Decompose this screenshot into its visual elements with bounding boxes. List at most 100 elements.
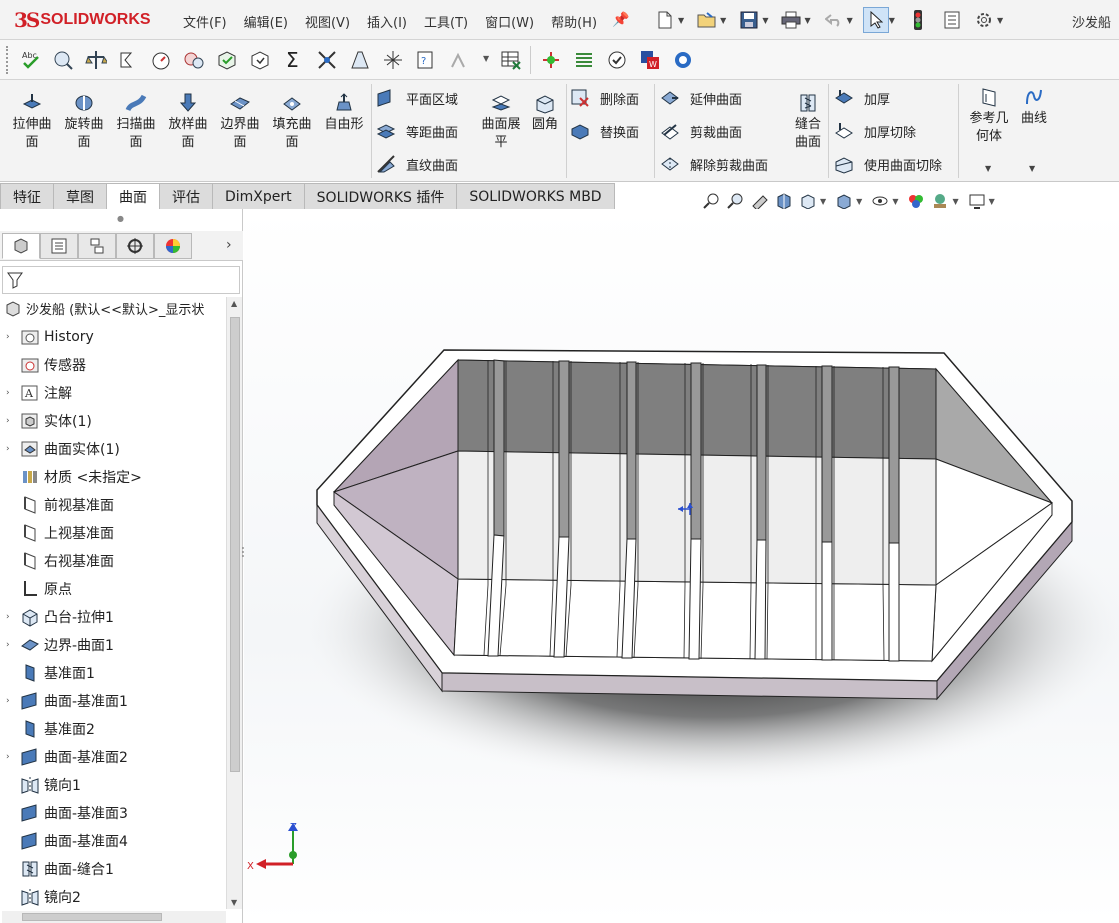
hide-show-dropdown-icon[interactable]: ▼ <box>892 197 898 206</box>
property-manager-tab[interactable] <box>40 233 78 259</box>
tree-horizontal-scrollbar[interactable] <box>2 911 226 923</box>
file-properties-icon[interactable] <box>939 7 965 33</box>
tab-mbd[interactable]: SOLIDWORKS MBD <box>456 183 615 209</box>
scroll-up-icon[interactable]: ▲ <box>231 299 237 308</box>
menu-view[interactable]: 视图(V) <box>305 12 350 31</box>
curvature-icon[interactable] <box>540 49 562 71</box>
tree-item-top-plane[interactable]: 上视基准面 <box>6 522 114 544</box>
feature-statistics-icon[interactable] <box>316 49 338 71</box>
reference-geometry-dropdown-icon[interactable]: ▼ <box>985 164 991 173</box>
flatten-surface-button[interactable]: 曲面展 平 <box>474 92 528 152</box>
tab-surfaces[interactable]: 曲面 <box>106 183 160 209</box>
new-document-icon[interactable] <box>652 7 678 33</box>
select-dropdown-icon[interactable]: ▼ <box>889 16 895 25</box>
tree-vertical-scrollbar[interactable]: ▲ ▼ <box>226 297 242 909</box>
tab-dimxpert[interactable]: DimXpert <box>212 183 305 209</box>
filter-icon[interactable] <box>7 271 23 289</box>
cut-with-surface-button[interactable]: 使用曲面切除 <box>834 153 942 175</box>
expand-arrow-icon[interactable]: › <box>6 752 20 762</box>
knit-surface-button[interactable]: 缝合 曲面 <box>784 92 832 152</box>
menu-help[interactable]: 帮助(H) <box>551 12 597 31</box>
tree-item-knit1[interactable]: 曲面-缝合1 <box>6 858 114 880</box>
parting-analysis-icon[interactable]: ? <box>415 49 437 71</box>
dimxpert-manager-tab[interactable] <box>116 233 154 259</box>
planar-surface-button[interactable]: 平面区域 <box>376 87 458 109</box>
tree-item-boss-extrude1[interactable]: › 凸台-拉伸1 <box>6 606 114 628</box>
tree-item-mirror2[interactable]: 镜向2 <box>6 886 81 908</box>
thickness-analysis-icon[interactable] <box>448 49 470 71</box>
menu-window[interactable]: 窗口(W) <box>485 12 534 31</box>
scrollbar-thumb[interactable] <box>22 913 162 921</box>
view-orientation-dropdown-icon[interactable]: ▼ <box>820 197 826 206</box>
tree-item-planar-surface4[interactable]: 曲面-基准面4 <box>6 830 128 852</box>
check-entity-icon[interactable] <box>216 49 238 71</box>
revolved-surface-button[interactable]: 旋转曲 面 <box>58 92 110 152</box>
boundary-surface-button[interactable]: 边界曲 面 <box>214 92 266 152</box>
menu-insert[interactable]: 插入(I) <box>367 12 407 31</box>
tab-evaluate[interactable]: 评估 <box>159 183 213 209</box>
extend-surface-button[interactable]: 延伸曲面 <box>660 87 742 109</box>
tree-item-material[interactable]: 材质 <未指定> <box>6 466 142 488</box>
tree-item-front-plane[interactable]: 前视基准面 <box>6 494 114 516</box>
chevron-right-icon[interactable]: › <box>226 237 232 253</box>
new-dropdown-icon[interactable]: ▼ <box>678 16 684 25</box>
tree-item-plane1[interactable]: 基准面1 <box>6 662 95 684</box>
undercut-analysis-icon[interactable] <box>382 49 404 71</box>
toolbar-grip[interactable] <box>6 46 10 74</box>
print-dropdown-icon[interactable]: ▼ <box>804 16 810 25</box>
curves-dropdown-icon[interactable]: ▼ <box>1029 164 1035 173</box>
freeform-button[interactable]: 自由形 <box>318 92 370 134</box>
display-style-dropdown-icon[interactable]: ▼ <box>856 197 862 206</box>
untrim-surface-button[interactable]: 解除剪裁曲面 <box>660 153 768 175</box>
save-icon[interactable] <box>736 7 762 33</box>
open-dropdown-icon[interactable]: ▼ <box>720 16 726 25</box>
publish-pdf-icon[interactable]: W <box>639 49 661 71</box>
curves-button[interactable]: 曲线 <box>1012 86 1056 128</box>
reference-geometry-button[interactable]: 参考几 何体 <box>963 86 1015 146</box>
thickened-cut-button[interactable]: 加厚切除 <box>834 120 916 142</box>
trim-surface-button[interactable]: 剪裁曲面 <box>660 120 742 142</box>
lofted-surface-button[interactable]: 放样曲 面 <box>162 92 214 152</box>
undo-dropdown-icon[interactable]: ▼ <box>847 16 853 25</box>
feature-manager-tab[interactable] <box>2 233 40 259</box>
ruled-surface-button[interactable]: 直纹曲面 <box>376 153 458 175</box>
sensor-tool-icon[interactable] <box>150 49 172 71</box>
options-dropdown-icon[interactable]: ▼ <box>997 16 1003 25</box>
draft-analysis-icon[interactable] <box>349 49 371 71</box>
menu-edit[interactable]: 编辑(E) <box>244 12 288 31</box>
expand-arrow-icon[interactable]: › <box>6 612 20 622</box>
tab-sketch[interactable]: 草图 <box>53 183 107 209</box>
tree-item-planar-surface1[interactable]: › 曲面-基准面1 <box>6 690 128 712</box>
pane-handle-icon[interactable]: ● <box>117 214 124 223</box>
undo-icon[interactable] <box>821 7 847 33</box>
tree-item-sensors[interactable]: 传感器 <box>6 354 86 376</box>
tree-root-part[interactable]: 沙发船 (默认<<默认>_显示状 <box>4 299 204 318</box>
expand-arrow-icon[interactable]: › <box>6 696 20 706</box>
tree-item-mirror1[interactable]: 镜向1 <box>6 774 81 796</box>
offset-surface-button[interactable]: 等距曲面 <box>376 120 458 142</box>
delete-face-button[interactable]: 删除面 <box>570 87 639 109</box>
select-cursor-icon[interactable] <box>862 7 889 33</box>
mass-properties-icon[interactable] <box>85 49 107 71</box>
expand-arrow-icon[interactable]: › <box>6 416 20 426</box>
pin-menu-icon[interactable]: 📌 <box>612 12 629 28</box>
configuration-manager-tab[interactable] <box>78 233 116 259</box>
measure-icon[interactable] <box>52 49 74 71</box>
extruded-surface-button[interactable]: 拉伸曲 面 <box>6 92 58 152</box>
view-settings-dropdown-icon[interactable]: ▼ <box>989 197 995 206</box>
statistics-icon[interactable] <box>183 49 205 71</box>
geometry-analysis-icon[interactable] <box>249 49 271 71</box>
excel-design-table-icon[interactable] <box>500 49 522 71</box>
tree-item-plane2[interactable]: 基准面2 <box>6 718 95 740</box>
tree-item-surface-bodies[interactable]: › 曲面实体(1) <box>6 438 120 460</box>
thicken-button[interactable]: 加厚 <box>834 87 890 109</box>
open-folder-icon[interactable] <box>694 7 720 33</box>
solidworks-resources-icon[interactable] <box>672 49 694 71</box>
tree-filter[interactable] <box>2 266 240 294</box>
tree-item-history[interactable]: › History <box>6 326 94 348</box>
boat-model[interactable]: Z X <box>244 209 1119 923</box>
expand-arrow-icon[interactable]: › <box>6 388 20 398</box>
replace-face-button[interactable]: 替换面 <box>570 120 639 142</box>
spelling-check-icon[interactable]: Abc <box>20 49 42 71</box>
scene-dropdown-icon[interactable]: ▼ <box>952 197 958 206</box>
